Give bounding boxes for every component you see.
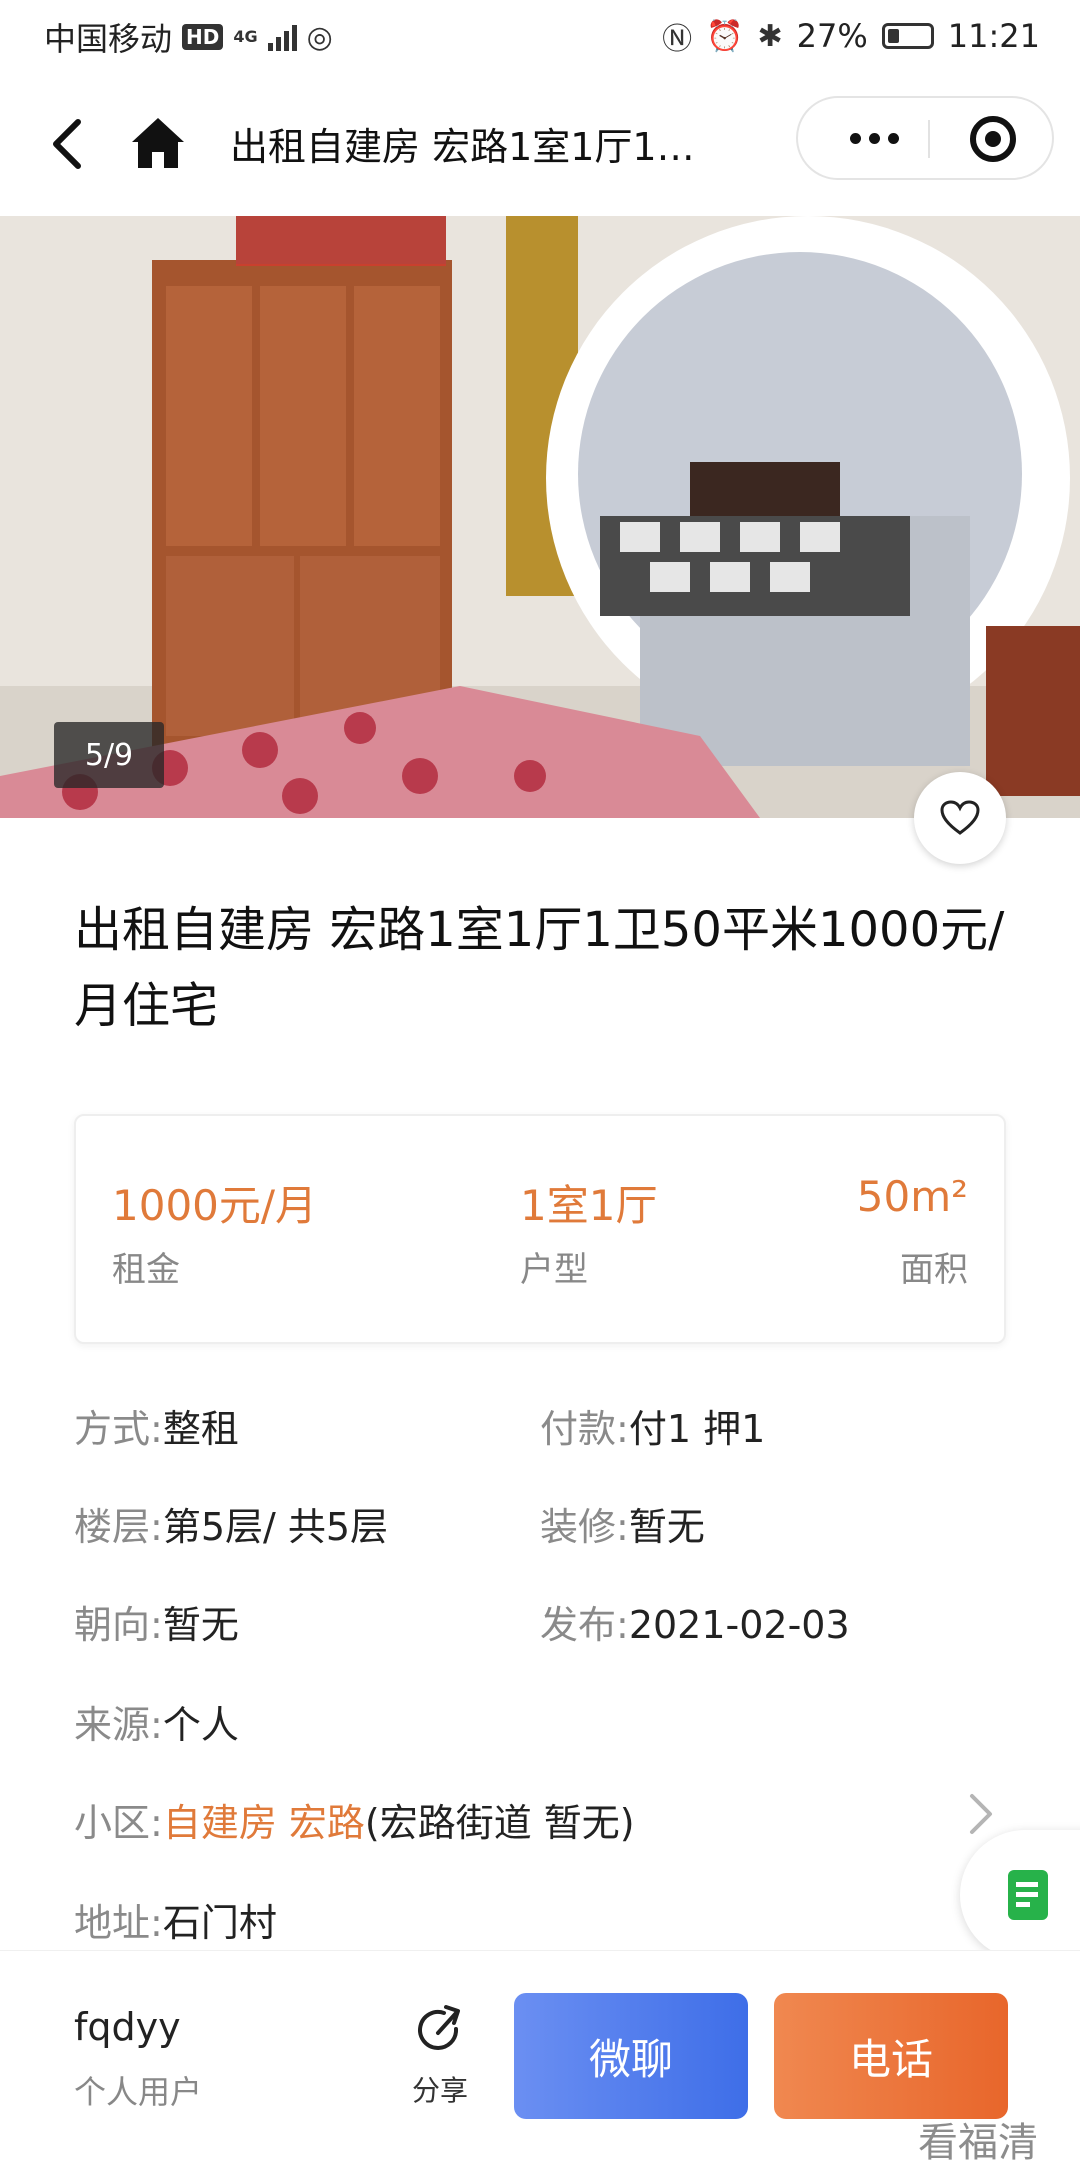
community-extra: (宏路街道 暂无) [364, 1801, 635, 1845]
detail-decoration-label: 装修: [540, 1505, 629, 1549]
detail-floor: 楼层:第5层/ 共5层 [74, 1496, 388, 1551]
detail-source-value: 个人 [162, 1703, 239, 1747]
area-value: 50m² [856, 1172, 968, 1221]
nfc-icon: Ⓝ [662, 22, 693, 57]
hd-badge: HD [182, 24, 224, 50]
layout-label: 户型 [520, 1250, 588, 1290]
chat-button[interactable]: 微聊 [514, 1993, 748, 2119]
detail-published-label: 发布: [540, 1603, 629, 1647]
carrier-name: 中国移动 [44, 20, 173, 58]
floating-document-button[interactable] [960, 1830, 1080, 1960]
signal-icon [267, 23, 297, 51]
layout-stat: 1室1厅 户型 [520, 1172, 657, 1291]
community-link[interactable]: 自建房 宏路 [163, 1801, 365, 1845]
publisher-type: 个人用户 [74, 2073, 203, 2111]
layout-value: 1室1厅 [520, 1181, 658, 1230]
detail-address-label: 地址: [74, 1901, 163, 1945]
favorite-button[interactable] [914, 772, 1006, 864]
detail-community-label: 小区: [74, 1801, 163, 1845]
watermark-logo: 看福清 [918, 2120, 1038, 2166]
capsule-divider [928, 120, 930, 158]
nav-bar: 出租自建房 宏路1室1厅1… [0, 72, 1080, 216]
call-button[interactable]: 电话 [774, 1993, 1008, 2119]
heart-icon [940, 800, 980, 835]
rent-value: 1000元/月 [112, 1181, 318, 1230]
photo-counter: 5/9 [54, 722, 164, 788]
detail-published-value: 2021-02-03 [628, 1603, 850, 1647]
rent-label: 租金 [112, 1250, 180, 1290]
bluetooth-icon: ✱ [757, 18, 783, 54]
publisher-name: fqdyy [74, 2005, 181, 2049]
nav-title: 出租自建房 宏路1室1厅1… [230, 125, 695, 169]
area-label: 面积 [900, 1250, 968, 1290]
stats-card: 1000元/月 租金 1室1厅 户型 50m² 面积 [74, 1114, 1006, 1344]
target-close-icon[interactable] [970, 116, 1016, 162]
detail-payment: 付款:付1 押1 [540, 1398, 765, 1453]
status-left: 中国移动 HD 4G ◎ [44, 14, 333, 60]
detail-orientation-label: 朝向: [74, 1603, 163, 1647]
clock: 11:21 [947, 17, 1040, 55]
detail-source: 来源:个人 [74, 1694, 239, 1749]
area-stat: 50m² 面积 [857, 1172, 968, 1291]
rent-stat: 1000元/月 租金 [112, 1172, 317, 1291]
detail-published: 发布:2021-02-03 [540, 1594, 850, 1649]
detail-address-value: 石门村 [162, 1901, 277, 1945]
document-icon [1008, 1870, 1048, 1920]
home-icon[interactable] [128, 112, 188, 172]
hotspot-icon: ◎ [306, 19, 333, 55]
battery-percent: 27% [796, 17, 868, 55]
detail-floor-label: 楼层: [74, 1505, 163, 1549]
status-bar: 中国移动 HD 4G ◎ Ⓝ ⏰ ✱ 27% 11:21 [0, 0, 1080, 72]
detail-orientation-value: 暂无 [162, 1603, 239, 1647]
detail-floor-value: 第5层/ 共5层 [162, 1505, 389, 1549]
detail-address: 地址:石门村 [74, 1892, 277, 1947]
detail-payment-value: 付1 押1 [628, 1407, 766, 1451]
listing-photo[interactable]: 5/9 [0, 216, 1080, 818]
detail-decoration-value: 暂无 [628, 1505, 705, 1549]
more-dots-icon[interactable] [834, 118, 914, 158]
detail-mode: 方式:整租 [74, 1398, 239, 1453]
chevron-right-icon[interactable] [966, 1792, 996, 1836]
mini-program-capsule [796, 96, 1054, 180]
detail-mode-value: 整租 [162, 1407, 239, 1451]
battery-icon [881, 23, 934, 49]
back-icon[interactable] [44, 116, 92, 172]
detail-decoration: 装修:暂无 [540, 1496, 705, 1551]
detail-payment-label: 付款: [540, 1407, 629, 1451]
status-right: Ⓝ ⏰ ✱ 27% 11:21 [662, 14, 1040, 58]
detail-source-label: 来源: [74, 1703, 163, 1747]
share-icon [418, 2005, 460, 2050]
detail-mode-label: 方式: [74, 1407, 163, 1451]
alarm-icon: ⏰ [706, 18, 744, 54]
share-button[interactable]: 分享 [400, 2003, 480, 2109]
listing-title: 出租自建房 宏路1室1厅1卫50平米1000元/月住宅 [74, 902, 1005, 1034]
network-type: 4G [233, 27, 258, 46]
share-label: 分享 [411, 2074, 468, 2107]
detail-community-row[interactable]: 小区:自建房 宏路(宏路街道 暂无) [74, 1792, 635, 1847]
detail-orientation: 朝向:暂无 [74, 1594, 239, 1649]
